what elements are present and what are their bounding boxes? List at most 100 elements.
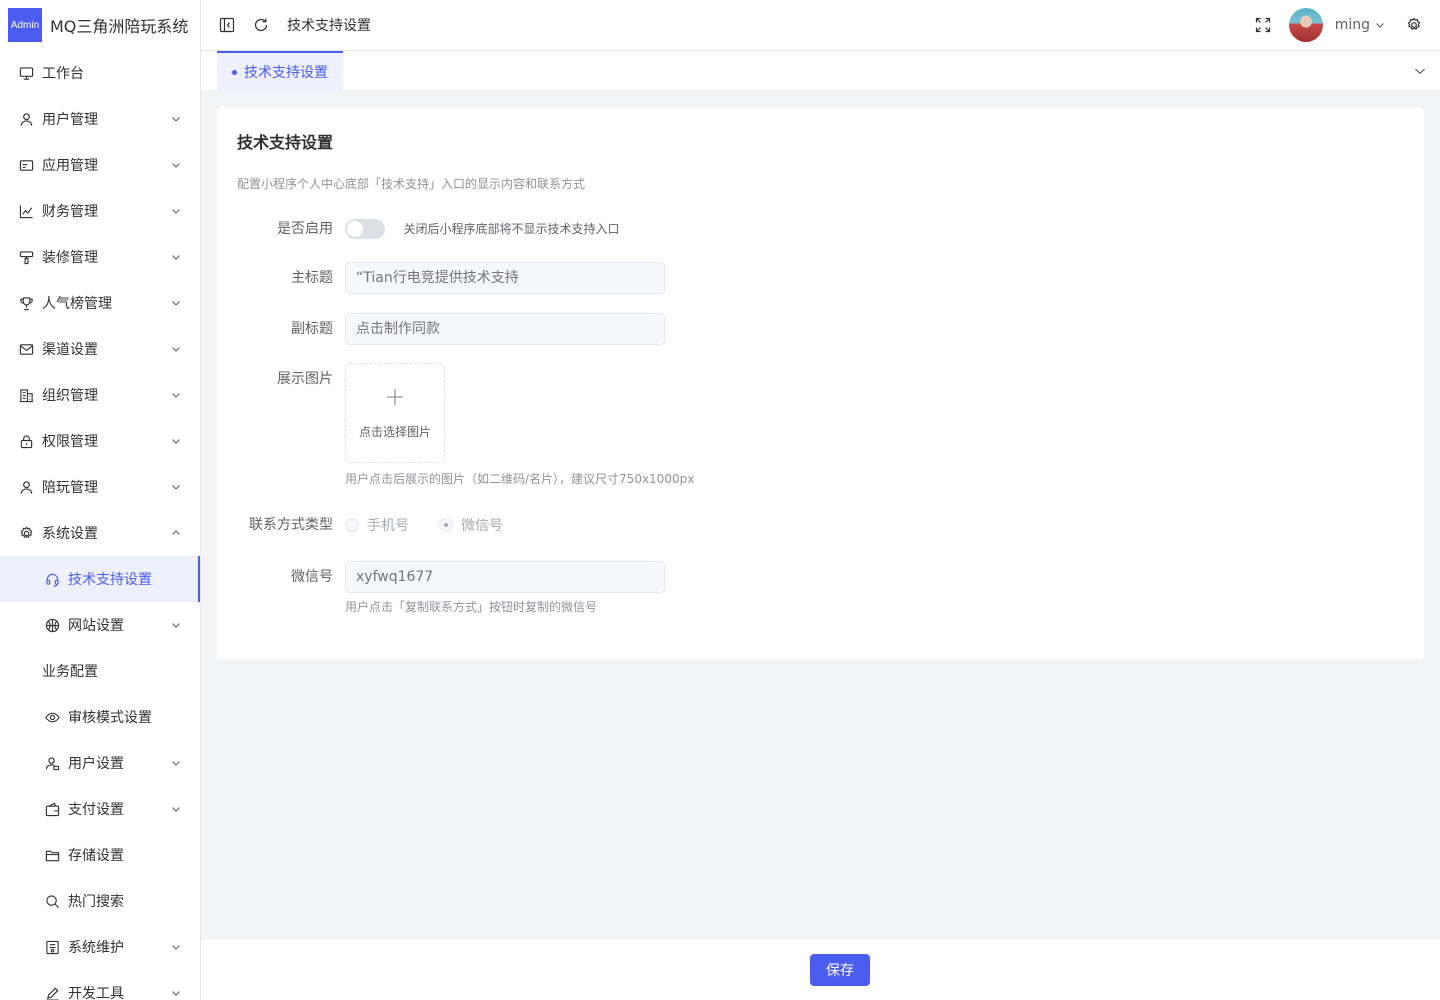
wallet-icon xyxy=(44,801,60,817)
sub-title-input[interactable] xyxy=(345,313,665,345)
form-row-wechat: 微信号 用户点击「复制联系方式」按钮时复制的微信号 xyxy=(237,561,665,615)
folder-icon xyxy=(44,847,60,863)
app-card-icon xyxy=(18,157,34,173)
sidebar-item-website-settings[interactable]: 网站设置 xyxy=(0,602,200,648)
enable-label: 是否启用 xyxy=(277,221,333,237)
tabs-bar: 技术支持设置 xyxy=(201,51,1440,91)
form-row-contact-type: 联系方式类型 手机号 微信号 xyxy=(237,509,533,541)
sidebar-item-system-settings[interactable]: 系统设置 xyxy=(0,510,200,556)
chevron-down-icon xyxy=(170,987,182,999)
user-menu[interactable]: ming xyxy=(1335,17,1386,33)
form-row-image: 展示图片 点击选择图片 用户点击后展示的图片（如二维码/名片），建议尺寸750x… xyxy=(237,363,694,487)
header-actions: ming xyxy=(1253,8,1440,42)
sidebar-item-label: 存储设置 xyxy=(68,848,124,864)
enable-switch[interactable] xyxy=(345,219,385,239)
sidebar-item-review-mode[interactable]: 审核模式设置 xyxy=(0,694,200,740)
contact-type-label: 联系方式类型 xyxy=(249,517,333,533)
sidebar-item-workbench[interactable]: 工作台 xyxy=(0,50,200,96)
collapse-sidebar-icon[interactable] xyxy=(217,15,237,35)
chevron-down-icon xyxy=(170,205,182,217)
chevron-down-icon xyxy=(170,297,182,309)
user-icon xyxy=(18,479,34,495)
settings-gear-icon[interactable] xyxy=(1404,15,1424,35)
sidebar-item-app-management[interactable]: 应用管理 xyxy=(0,142,200,188)
user-icon xyxy=(18,111,34,127)
sidebar-item-channel[interactable]: 渠道设置 xyxy=(0,326,200,372)
sidebar-item-label: 人气榜管理 xyxy=(42,296,112,312)
search-icon xyxy=(44,893,60,909)
save-button[interactable]: 保存 xyxy=(810,954,870,986)
sidebar-item-storage-settings[interactable]: 存储设置 xyxy=(0,832,200,878)
chevron-down-icon xyxy=(170,435,182,447)
sidebar-item-system-maintenance[interactable]: 系统维护 xyxy=(0,924,200,970)
sidebar-item-label: 组织管理 xyxy=(42,388,98,404)
chevron-up-icon xyxy=(170,527,182,539)
brush-icon xyxy=(18,249,34,265)
form-row-enable: 是否启用 关闭后小程序底部将不显示技术支持入口 xyxy=(237,213,619,245)
sidebar-item-label: 应用管理 xyxy=(42,158,98,174)
sidebar-item-label: 网站设置 xyxy=(68,618,124,634)
refresh-icon[interactable] xyxy=(251,15,271,35)
sidebar-item-label: 业务配置 xyxy=(42,664,98,680)
eye-icon xyxy=(44,709,60,725)
chevron-down-icon xyxy=(1376,23,1384,28)
fullscreen-icon[interactable] xyxy=(1253,15,1273,35)
logo-badge: Admin xyxy=(8,8,42,42)
active-dot-icon xyxy=(232,69,237,75)
sidebar-item-label: 陪玩管理 xyxy=(42,480,98,496)
tab-label: 技术支持设置 xyxy=(244,65,328,81)
sidebar-item-dev-tools[interactable]: 开发工具 xyxy=(0,970,200,1000)
sidebar-item-label: 装修管理 xyxy=(42,250,98,266)
top-header: 技术支持设置 ming xyxy=(201,0,1440,51)
sidebar-item-popularity[interactable]: 人气榜管理 xyxy=(0,280,200,326)
tabs-dropdown-chevron-icon[interactable] xyxy=(1400,51,1440,90)
sidebar-item-permission[interactable]: 权限管理 xyxy=(0,418,200,464)
main-title-input[interactable] xyxy=(345,262,665,294)
sidebar-item-tech-support[interactable]: 技术支持设置 xyxy=(0,556,200,602)
sidebar-item-decoration[interactable]: 装修管理 xyxy=(0,234,200,280)
radio-circle xyxy=(439,518,453,532)
monitor-icon xyxy=(18,65,34,81)
sidebar-item-user-settings[interactable]: 用户设置 xyxy=(0,740,200,786)
sidebar-item-label: 用户管理 xyxy=(42,112,98,128)
sidebar-item-user-management[interactable]: 用户管理 xyxy=(0,96,200,142)
chevron-down-icon xyxy=(170,113,182,125)
enable-hint: 关闭后小程序底部将不显示技术支持入口 xyxy=(403,222,620,236)
chevron-down-icon xyxy=(170,251,182,263)
chevron-down-icon xyxy=(170,757,182,769)
footer-bar: 保存 xyxy=(201,940,1440,1000)
sidebar-item-business-config[interactable]: 业务配置 xyxy=(0,648,200,694)
image-upload[interactable]: 点击选择图片 xyxy=(345,363,445,463)
trophy-icon xyxy=(18,295,34,311)
radio-wechat[interactable]: 微信号 xyxy=(439,515,503,535)
page-title: 技术支持设置 xyxy=(237,133,334,152)
contact-type-radio-group: 手机号 微信号 xyxy=(345,509,533,541)
image-label: 展示图片 xyxy=(277,371,333,387)
gear-icon xyxy=(18,525,34,541)
sidebar-item-label: 审核模式设置 xyxy=(68,710,152,726)
username-label: ming xyxy=(1334,17,1370,33)
chevron-down-icon xyxy=(170,803,182,815)
avatar[interactable] xyxy=(1288,8,1323,42)
wechat-label: 微信号 xyxy=(291,569,333,585)
sidebar-item-organization[interactable]: 组织管理 xyxy=(0,372,200,418)
maintenance-icon xyxy=(44,939,60,955)
sidebar-item-label: 开发工具 xyxy=(68,986,124,1000)
app-logo[interactable]: Admin MQ三角洲陪玩系统 xyxy=(0,0,200,50)
wechat-input[interactable] xyxy=(345,561,665,593)
basketball-icon xyxy=(44,617,60,633)
radio-phone[interactable]: 手机号 xyxy=(345,515,409,535)
sidebar: Admin MQ三角洲陪玩系统 工作台 用户管理 应用管理 财务管理 装修管理 xyxy=(0,0,201,1000)
chevron-down-icon xyxy=(170,343,182,355)
sidebar-item-label: 系统维护 xyxy=(68,940,124,956)
sidebar-item-companion[interactable]: 陪玩管理 xyxy=(0,464,200,510)
sidebar-item-hot-search[interactable]: 热门搜索 xyxy=(0,878,200,924)
main-title-label: 主标题 xyxy=(291,270,333,286)
sidebar-menu: 工作台 用户管理 应用管理 财务管理 装修管理 人气榜管理 渠道设置 组织管理 … xyxy=(0,50,200,1000)
sidebar-item-label: 用户设置 xyxy=(68,756,124,772)
sidebar-item-payment-settings[interactable]: 支付设置 xyxy=(0,786,200,832)
radio-label: 微信号 xyxy=(461,518,503,534)
plus-icon xyxy=(385,387,405,411)
tab-tech-support[interactable]: 技术支持设置 xyxy=(217,51,343,91)
sidebar-item-finance[interactable]: 财务管理 xyxy=(0,188,200,234)
